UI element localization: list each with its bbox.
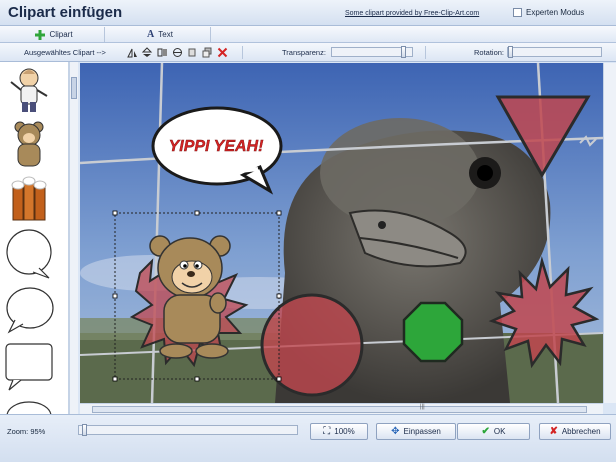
- rotation-slider[interactable]: [507, 46, 602, 58]
- gallery-item-bear[interactable]: [3, 120, 55, 170]
- green-octagon-shape[interactable]: [402, 301, 464, 363]
- fit-button[interactable]: ✥ Einpassen: [376, 423, 456, 440]
- dialog-footer: Zoom: 95% ⛶ 100% ✥ Einpassen ✔ OK ✘ Abbr…: [0, 414, 616, 462]
- zoom-100-label: 100%: [334, 427, 355, 436]
- resize-handle[interactable]: [112, 210, 118, 216]
- zoom-100-button[interactable]: ⛶ 100%: [310, 423, 368, 440]
- canvas-horizontal-scrollbar[interactable]: |||: [80, 403, 603, 414]
- gallery-item-dancing-man[interactable]: [3, 66, 55, 116]
- resize-handle[interactable]: [194, 376, 200, 382]
- gallery-item-rect-bubble[interactable]: [3, 340, 55, 391]
- mirror-icon[interactable]: [157, 46, 168, 58]
- scroll-grip-icon: |||: [420, 404, 425, 410]
- ok-label: OK: [493, 427, 506, 436]
- tab-text-label: Text: [158, 30, 173, 39]
- close-icon: ✘: [549, 425, 558, 437]
- window-title: Clipart einfügen: [8, 4, 123, 21]
- rotation-slider-thumb[interactable]: [508, 46, 513, 58]
- rect-speech-bubble-thumbnail: [5, 343, 53, 391]
- resize-handle[interactable]: [194, 210, 200, 216]
- zoom-label: Zoom: 95%: [7, 427, 46, 436]
- speech-bubble-text[interactable]: YIPPI YEAH!: [168, 138, 265, 155]
- flip-horizontal-icon[interactable]: [127, 46, 138, 58]
- zoom-slider-thumb[interactable]: [81, 424, 87, 436]
- copy-icon[interactable]: [187, 46, 198, 58]
- bear-thumbnail: [14, 121, 44, 167]
- round-speech-bubble-thumbnail: [6, 229, 52, 279]
- tab-bar: Clipart A Text: [0, 26, 616, 43]
- partial-bubble-thumbnail: [6, 401, 52, 414]
- resize-handle[interactable]: [112, 293, 118, 299]
- gallery-item-beer[interactable]: [3, 174, 55, 224]
- beer-thumbnail: [11, 176, 47, 221]
- text-a-icon: A: [147, 29, 155, 40]
- credit-link[interactable]: Some clipart provided by Free-Clip-Art.c…: [345, 10, 479, 17]
- tab-text[interactable]: A Text: [106, 27, 211, 42]
- photo-composition: YIPPI YEAH!: [80, 63, 603, 403]
- cancel-label: Abbrechen: [561, 427, 601, 436]
- title-bar: Clipart einfügen Some clipart provided b…: [0, 0, 616, 26]
- resize-handle[interactable]: [276, 376, 282, 382]
- fit-label: Einpassen: [403, 427, 441, 436]
- selected-clipart-label: Ausgewähltes Clipart -->: [24, 48, 106, 57]
- resize-handle[interactable]: [276, 210, 282, 216]
- gallery-scrollbar-thumb[interactable]: [71, 77, 77, 99]
- rotation-label: Rotation:: [474, 48, 505, 57]
- flip-vertical-icon[interactable]: [142, 46, 153, 58]
- expert-mode-toggle[interactable]: Experten Modus: [513, 8, 584, 17]
- delete-x-icon[interactable]: [217, 46, 228, 58]
- resize-handle[interactable]: [112, 376, 118, 382]
- clipart-tools: [127, 46, 228, 58]
- cancel-button[interactable]: ✘ Abbrechen: [539, 423, 611, 440]
- editing-canvas[interactable]: YIPPI YEAH!: [80, 63, 603, 403]
- zoom-slider[interactable]: [78, 424, 298, 436]
- gallery-scrollbar[interactable]: [69, 62, 78, 414]
- toolbar-separator: [242, 46, 243, 59]
- tab-clipart-label: Clipart: [49, 30, 73, 39]
- layer-icon[interactable]: [202, 46, 213, 58]
- toolbar-separator: [425, 46, 426, 59]
- canvas-scrollbar-thumb[interactable]: [92, 406, 587, 413]
- check-icon: ✔: [481, 425, 490, 437]
- transparency-label: Transparenz:: [282, 48, 326, 57]
- gallery-item-oval-bubble[interactable]: [3, 284, 55, 334]
- clipart-gallery: [0, 62, 69, 414]
- expert-mode-label: Experten Modus: [526, 8, 585, 17]
- transparency-slider[interactable]: [331, 46, 413, 58]
- canvas-vertical-scrollbar[interactable]: [603, 63, 616, 403]
- fit-arrows-icon: ✥: [391, 425, 400, 437]
- resize-handle[interactable]: [276, 293, 282, 299]
- expert-mode-checkbox[interactable]: [513, 8, 522, 17]
- oval-speech-bubble-thumbnail: [6, 287, 54, 334]
- transparency-slider-thumb[interactable]: [401, 46, 407, 58]
- ok-button[interactable]: ✔ OK: [457, 423, 530, 440]
- tab-clipart[interactable]: Clipart: [0, 27, 105, 42]
- gallery-item-round-bubble[interactable]: [3, 228, 55, 279]
- rotate-icon[interactable]: [172, 46, 183, 58]
- plus-icon: [35, 29, 46, 40]
- clipart-toolbar: Ausgewähltes Clipart --> Transparenz: Ro…: [0, 43, 616, 62]
- gallery-item-partial-bubble[interactable]: [3, 396, 55, 414]
- dancing-man-thumbnail: [10, 68, 48, 112]
- zoom-fit-icon: ⛶: [323, 425, 331, 437]
